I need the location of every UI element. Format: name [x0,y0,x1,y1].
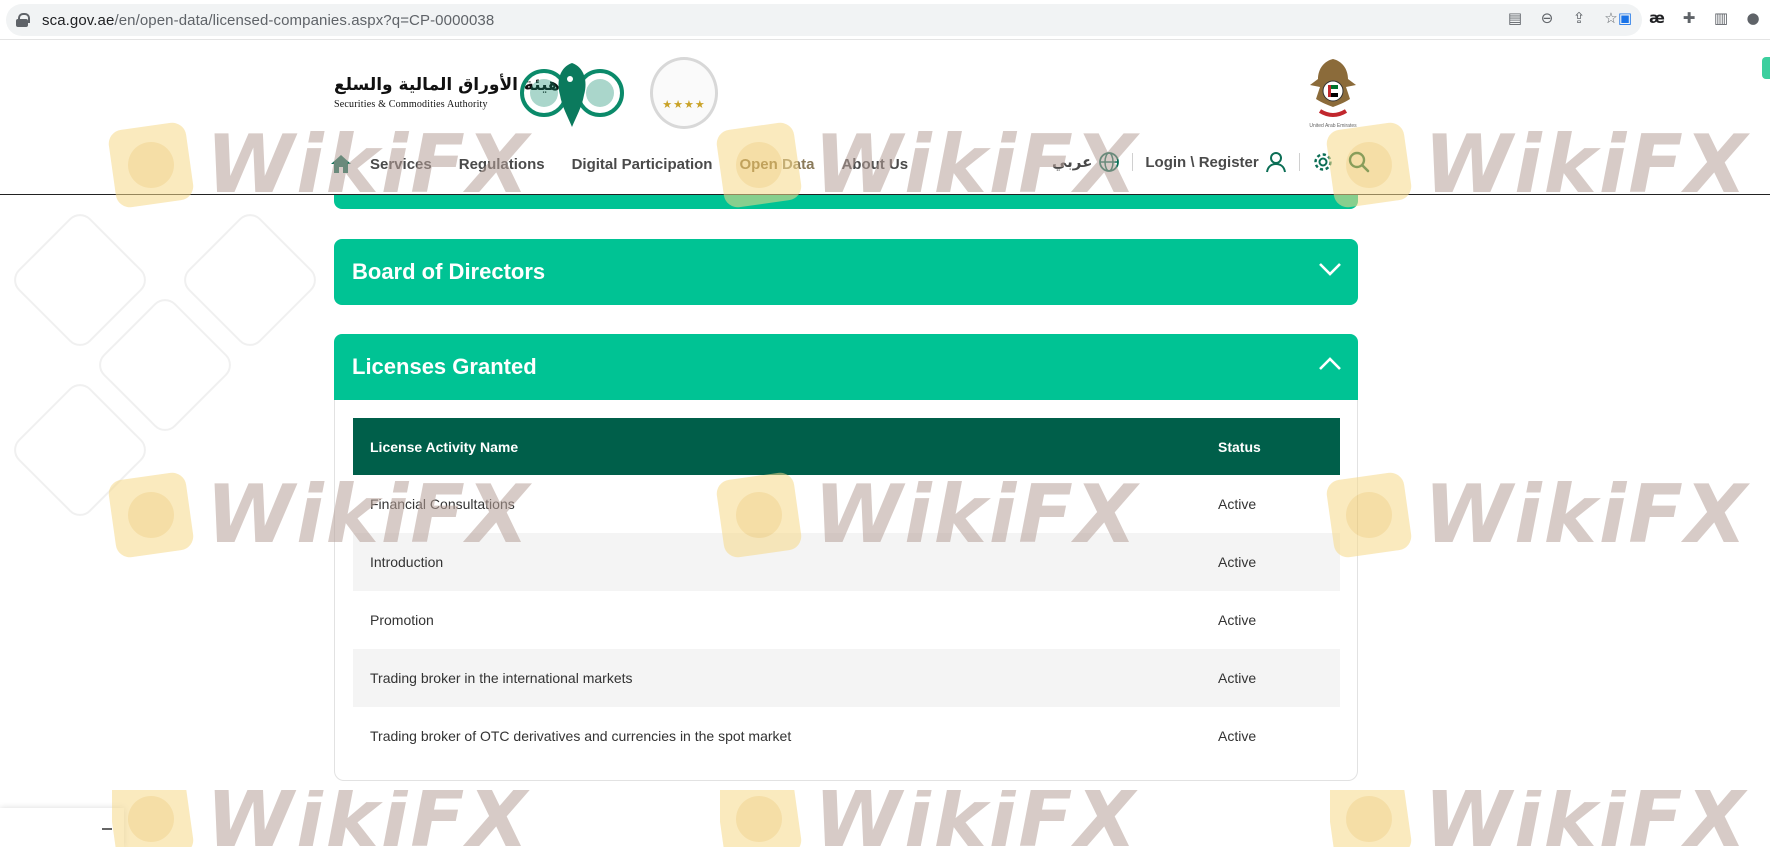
activity-name: Trading broker of OTC derivatives and cu… [370,728,792,744]
chevron-down-icon[interactable] [1318,261,1342,277]
background-pattern [14,214,316,516]
url-path: /en/open-data/licensed-companies.aspx?q=… [114,11,495,29]
activity-name: Introduction [353,533,1201,591]
table-row: Trading broker in the international mark… [353,649,1340,707]
nav-item-open-data[interactable]: Open Data [739,156,814,173]
table-row: Introduction Active [353,533,1340,591]
home-icon[interactable] [330,154,352,174]
watermark-text: WikiFX [206,790,531,847]
uae-emblem-icon [1310,59,1356,117]
url-text[interactable]: sca.gov.ae/en/open-data/licensed-compani… [42,12,494,29]
nav-item-services[interactable]: Services [370,156,432,173]
nav-item-digital-participation[interactable]: Digital Participation [572,156,713,173]
lock-icon[interactable] [16,13,30,27]
site-header: هيئة الأوراق المالية والسلع Securities &… [0,41,1770,195]
activity-status: Active [1218,612,1257,628]
activity-status: Active [1201,533,1340,591]
panel-title: Board of Directors [352,259,546,284]
activity-name: Promotion [370,612,434,628]
activity-name: Trading broker in the international mark… [353,649,1201,707]
nav-item-about-us[interactable]: About Us [841,156,908,173]
watermark: WikiFX [1324,468,1749,561]
share-icon[interactable]: ⇪ [1570,9,1588,27]
side-panel-icon[interactable]: ▥ [1712,9,1730,27]
wikifx-logo-icon [112,790,196,847]
table-row: Trading broker of OTC derivatives and cu… [353,707,1340,765]
wikifx-logo-icon [1330,790,1414,847]
activity-status: Active [1218,728,1257,744]
floating-widget[interactable] [0,808,124,847]
column-header-status: Status [1201,418,1340,475]
watermark: WikiFX [1330,790,1749,847]
chevron-up-icon[interactable] [1318,356,1342,372]
licenses-panel-body: License Activity Name Status Financial C… [334,400,1358,781]
watermark: WikiFX [112,790,531,847]
sca-falcon-emblem-icon[interactable] [520,57,624,133]
extension-actions: ▣ æ ✚ ▥ ● [1616,9,1762,27]
collapsed-panel-bottom [334,195,1358,209]
licenses-granted-panel[interactable]: Licenses Granted [334,334,1358,400]
login-register-link[interactable]: Login \ Register [1145,154,1258,171]
address-bar-actions: ▤ ⊖ ⇪ ☆ [1506,9,1620,27]
browser-toolbar: sca.gov.ae/en/open-data/licensed-compani… [0,0,1770,40]
nav-separator [1132,153,1134,171]
minimize-icon[interactable] [102,828,112,830]
zoom-icon[interactable]: ⊖ [1538,9,1556,27]
translate-icon[interactable]: ▤ [1506,9,1524,27]
address-bar[interactable]: sca.gov.ae/en/open-data/licensed-compani… [6,4,1642,36]
side-feedback-tab[interactable] [1762,57,1770,79]
panel-title: Licenses Granted [352,354,537,379]
watermark-text: WikiFX [1424,468,1749,561]
globe-icon[interactable] [1098,151,1120,173]
watermark: WikiFX [720,790,1139,847]
activity-status: Active [1201,649,1340,707]
profile-icon[interactable]: ● [1744,9,1762,27]
uae-caption: United Arab Emirates [1309,123,1357,129]
table-header-row: License Activity Name Status [353,418,1340,475]
activity-name: Financial Consultations [370,496,515,512]
table-row: Promotion Active [353,591,1340,649]
search-icon[interactable] [1348,151,1370,173]
language-switch[interactable]: عربي [1052,153,1092,171]
extensions-puzzle-icon[interactable]: ✚ [1680,9,1698,27]
nav-separator [1298,153,1300,171]
extension-ae-icon[interactable]: æ [1648,9,1666,27]
award-badge: ★★★★ [650,57,718,129]
board-of-directors-panel[interactable]: Board of Directors [334,239,1358,305]
activity-status: Active [1218,496,1257,512]
watermark-text: WikiFX [1424,790,1749,847]
user-icon[interactable] [1265,151,1287,173]
nav-utilities: عربي Login \ Register [1052,145,1370,179]
gear-icon[interactable] [1312,151,1334,173]
nav-item-regulations[interactable]: Regulations [459,156,545,173]
table-row: Financial Consultations Active [353,475,1340,533]
wikifx-logo-icon [720,790,804,847]
url-host: sca.gov.ae [42,11,115,29]
watermark-text: WikiFX [814,790,1139,847]
licenses-table: License Activity Name Status Financial C… [353,418,1340,765]
award-stars: ★★★★ [662,98,706,111]
main-nav: Services Regulations Digital Participati… [330,149,935,179]
extension-screenshot-icon[interactable]: ▣ [1616,9,1634,27]
logo-english-text[interactable]: Securities & Commodities Authority [334,99,488,110]
column-header-activity: License Activity Name [353,418,1201,475]
